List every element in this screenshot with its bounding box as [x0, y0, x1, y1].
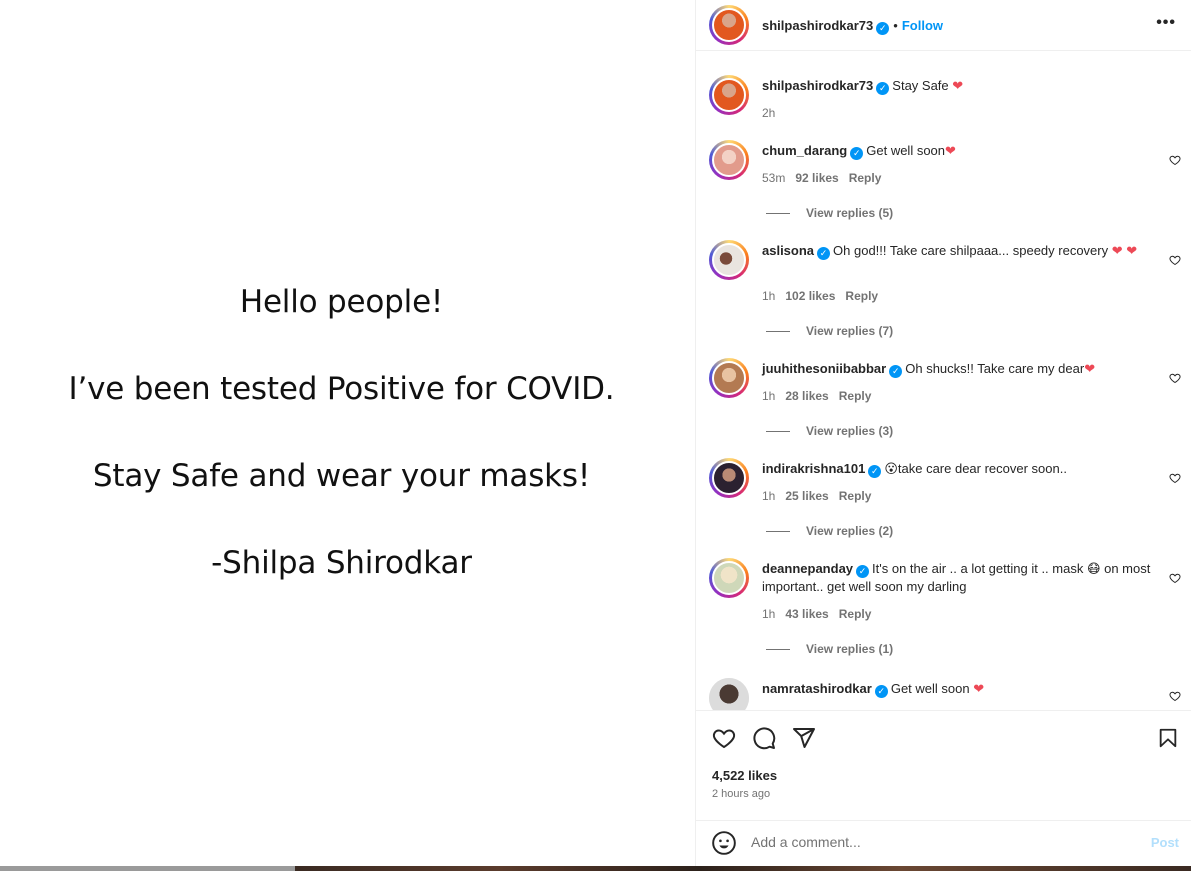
- comment-time: 1h: [762, 607, 776, 621]
- avatar[interactable]: [709, 358, 749, 398]
- post-header: shilpashirodkar73 ✓ • Follow •••: [696, 0, 1191, 51]
- avatar[interactable]: [709, 75, 749, 115]
- avatar[interactable]: [709, 140, 749, 180]
- reply-button[interactable]: Reply: [839, 389, 872, 403]
- view-replies-label: View replies (1): [806, 642, 894, 656]
- comment-likes[interactable]: 92 likes: [795, 171, 838, 185]
- like-comment-heart-icon[interactable]: [1169, 690, 1181, 702]
- comment-input[interactable]: [751, 831, 1131, 853]
- divider: [766, 431, 790, 433]
- caption-time: 2h: [762, 106, 776, 120]
- comment-likes[interactable]: 28 likes: [785, 389, 828, 403]
- add-comment-bar: Post: [696, 820, 1191, 866]
- view-replies-button[interactable]: View replies (7): [766, 324, 893, 338]
- comment-time: 1h: [762, 389, 776, 403]
- like-comment-heart-icon[interactable]: [1169, 572, 1181, 584]
- verified-badge-icon: ✓: [889, 365, 903, 378]
- comment-bubble-icon[interactable]: [752, 726, 776, 750]
- post-comment-button[interactable]: Post: [1151, 835, 1179, 850]
- reply-button[interactable]: Reply: [845, 289, 878, 303]
- comment-meta: 1h 25 likes Reply: [762, 489, 881, 503]
- verified-badge-icon: ✓: [876, 22, 890, 35]
- comment-meta: 53m 92 likes Reply: [762, 171, 891, 185]
- like-comment-heart-icon[interactable]: [1169, 154, 1181, 166]
- save-bookmark-icon[interactable]: [1157, 726, 1179, 750]
- post-text-line: -Shilpa Shirodkar: [211, 545, 472, 581]
- view-replies-label: View replies (2): [806, 524, 894, 538]
- comment-username[interactable]: chum_darang: [762, 143, 847, 158]
- view-replies-label: View replies (7): [806, 324, 894, 338]
- view-replies-button[interactable]: View replies (3): [766, 424, 893, 438]
- like-heart-icon[interactable]: [711, 726, 737, 750]
- post-sidebar: shilpashirodkar73 ✓ • Follow ••• shilpashir…: [695, 0, 1191, 866]
- comment-username[interactable]: deannepanday: [762, 561, 853, 576]
- post-text-line: Stay Safe and wear your masks!: [92, 458, 591, 494]
- separator-dot: •: [893, 18, 898, 33]
- reply-button[interactable]: Reply: [839, 489, 872, 503]
- avatar[interactable]: [709, 458, 749, 498]
- share-send-icon[interactable]: [792, 726, 816, 750]
- comment-likes[interactable]: 25 likes: [785, 489, 828, 503]
- divider: [766, 649, 790, 651]
- comment-text: Get well soon❤: [866, 143, 956, 158]
- comment-likes[interactable]: 43 likes: [785, 607, 828, 621]
- comment-text: 😮take care dear recover soon..: [884, 461, 1067, 476]
- comment-time: 53m: [762, 171, 786, 185]
- view-replies-label: View replies (5): [806, 206, 894, 220]
- view-replies-button[interactable]: View replies (5): [766, 206, 893, 220]
- comment-time: 1h: [762, 489, 776, 503]
- reply-button[interactable]: Reply: [849, 171, 882, 185]
- comment-meta: 1h 28 likes Reply: [762, 389, 881, 403]
- verified-badge-icon: ✓: [876, 82, 890, 95]
- post-text-line: Hello people!: [239, 284, 444, 320]
- comment-text: Oh shucks!! Take care my dear❤: [905, 361, 1096, 376]
- follow-button[interactable]: Follow: [902, 18, 943, 33]
- more-options-icon[interactable]: •••: [1156, 14, 1176, 32]
- post-actions: 4,522 likes 2 hours ago: [696, 710, 1191, 820]
- divider: [766, 213, 790, 215]
- verified-badge-icon: ✓: [850, 147, 864, 160]
- comment-text: Get well soon ❤: [890, 681, 985, 696]
- like-comment-heart-icon[interactable]: [1169, 372, 1181, 384]
- verified-badge-icon: ✓: [817, 247, 831, 260]
- background-strip: [0, 866, 1191, 871]
- comment-likes[interactable]: 102 likes: [785, 289, 835, 303]
- post-text-line: I’ve been tested Positive for COVID.: [68, 371, 615, 407]
- caption-text: Stay Safe ❤: [892, 78, 964, 93]
- view-replies-label: View replies (3): [806, 424, 894, 438]
- comment-username[interactable]: namratashirodkar: [762, 681, 872, 696]
- comment-time: 1h: [762, 289, 776, 303]
- verified-badge-icon: ✓: [856, 565, 870, 578]
- avatar[interactable]: [709, 5, 749, 45]
- header-username[interactable]: shilpashirodkar73: [762, 18, 873, 33]
- view-replies-button[interactable]: View replies (2): [766, 524, 893, 538]
- avatar[interactable]: [709, 558, 749, 598]
- comment-username[interactable]: aslisona: [762, 243, 814, 258]
- caption-meta: 2h: [762, 106, 785, 120]
- verified-badge-icon: ✓: [874, 685, 888, 698]
- comment-username[interactable]: juuhithesoniibabbar: [762, 361, 886, 376]
- comments-list[interactable]: shilpashirodkar73 ✓ Stay Safe ❤ 2h chum_da…: [696, 52, 1191, 710]
- comment-text: Oh god!!! Take care shilpaaa... speedy r…: [833, 243, 1138, 258]
- caption-username[interactable]: shilpashirodkar73: [762, 78, 873, 93]
- like-comment-heart-icon[interactable]: [1169, 472, 1181, 484]
- reply-button[interactable]: Reply: [839, 607, 872, 621]
- comment-meta: 1h 43 likes Reply: [762, 607, 881, 621]
- view-replies-button[interactable]: View replies (1): [766, 642, 893, 656]
- comment-username[interactable]: indirakrishna101: [762, 461, 865, 476]
- post-timestamp: 2 hours ago: [712, 788, 771, 800]
- divider: [766, 331, 790, 333]
- post-likes-count[interactable]: 4,522 likes: [712, 768, 777, 783]
- comment-meta: 1h 102 likes Reply: [762, 289, 888, 303]
- post-image[interactable]: Hello people! I’ve been tested Positive …: [0, 0, 695, 866]
- avatar[interactable]: [709, 678, 749, 710]
- avatar[interactable]: [709, 240, 749, 280]
- like-comment-heart-icon[interactable]: [1169, 254, 1181, 266]
- verified-badge-icon: ✓: [868, 465, 882, 478]
- emoji-smiley-icon[interactable]: [711, 830, 737, 856]
- divider: [766, 531, 790, 533]
